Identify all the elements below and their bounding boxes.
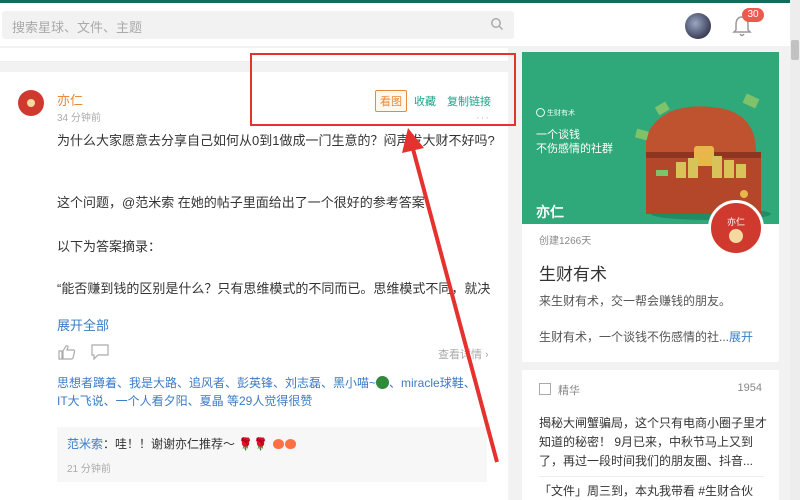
group-description: 生财有术，一个谈钱不伤感情的社...展开	[539, 328, 769, 345]
heart-icon	[272, 439, 284, 449]
rose-icon: 🌹	[238, 437, 254, 451]
highlights-label[interactable]: 精华	[558, 382, 580, 398]
comment-text: ：哇！！谢谢亦仁推荐～	[103, 437, 236, 451]
highlights-icon	[539, 383, 551, 395]
search-input[interactable]: 搜索星球、文件、主题	[12, 17, 142, 36]
heart-icon	[284, 439, 296, 449]
group-created: 创建1266天	[539, 236, 592, 247]
post-paragraph: 为什么大家愿意去分享自己如何从0到1做成一门生意的？闷声发大财不好吗?	[57, 133, 495, 148]
rose-icon: 🌹	[253, 437, 269, 451]
search-icon[interactable]	[490, 17, 504, 31]
group-logo: 生财有术	[536, 108, 575, 118]
comment-time: 21 分钟前	[67, 464, 111, 475]
comment-author[interactable]: 范米索	[67, 437, 103, 451]
user-avatar[interactable]	[685, 13, 711, 39]
likers-list[interactable]: 思想者蹲着、我是大路、追风者、彭英锋、刘志磊、黑小喵~ 、miracle球鞋、 I…	[57, 374, 477, 410]
post-card: 亦仁 34 分钟前 看图 收藏 复制链接 ··· 为什么大家愿意去分享自己如何从…	[0, 72, 508, 500]
group-description-text: 生财有术，一个谈钱不伤感情的社...	[539, 330, 730, 344]
like-icon[interactable]	[58, 344, 76, 360]
highlight-item[interactable]: 揭秘大闸蟹骗局，这个只有电商小圈子里才知道的秘密！ 9月已来，中秋节马上又到了，…	[539, 414, 774, 471]
view-image-button[interactable]: 看图	[375, 90, 407, 112]
banner-owner: 亦仁	[536, 204, 564, 220]
comment-icon[interactable]	[91, 344, 109, 360]
likers-line[interactable]: 思想者蹲着、我是大路、追风者、彭英锋、刘志磊、黑小喵~	[57, 376, 376, 390]
author-avatar[interactable]	[18, 90, 44, 116]
comment-body: 范米索：哇！！谢谢亦仁推荐～ 🌹🌹	[67, 435, 296, 452]
coin-icon	[729, 229, 743, 243]
post-paragraph: “能否赚到钱的区别是什么？只有思维模式的不同而已。思维模式不同，就决	[57, 281, 491, 296]
group-title[interactable]: 生财有术	[539, 260, 607, 285]
copy-link-button[interactable]: 复制链接	[447, 93, 491, 109]
expand-all-link[interactable]: 展开全部	[57, 315, 109, 334]
scrollbar[interactable]	[790, 0, 800, 500]
highlights-count: 1954	[737, 382, 762, 394]
highlights-card: 精华 1954 揭秘大闸蟹骗局，这个只有电商小圈子里才知道的秘密！ 9月已来，中…	[522, 370, 779, 500]
comment-item: 范米索：哇！！谢谢亦仁推荐～ 🌹🌹 21 分钟前	[57, 427, 487, 482]
group-owner-avatar-label: 亦仁	[726, 217, 745, 227]
author-name[interactable]: 亦仁	[57, 90, 83, 109]
divider	[539, 476, 764, 477]
view-detail-link[interactable]: 查看详情 ›	[438, 346, 489, 362]
group-description: 来生财有术，交一帮会赚钱的朋友。	[539, 294, 732, 308]
group-banner[interactable]: 生财有术 一个谈钱 不伤感情的社群 亦仁	[522, 52, 779, 224]
likers-summary[interactable]: IT大飞说、一个人看夕阳、夏晶 等29人觉得很赞	[57, 394, 312, 408]
group-card: 生财有术 一个谈钱 不伤感情的社群 亦仁 亦仁 创建1266天 生财有术 来生财…	[522, 52, 779, 362]
post-time: 34 分钟前	[57, 113, 101, 124]
banner-slogan: 不伤感情的社群	[536, 143, 613, 155]
treasure-chest-illustration	[634, 93, 771, 220]
expand-description-link[interactable]: 展开	[729, 330, 753, 344]
search-box[interactable]: 搜索星球、文件、主题	[2, 11, 514, 39]
post-paragraph: 以下为答案摘录：	[57, 239, 162, 254]
favorite-button[interactable]: 收藏	[414, 93, 436, 109]
notification-badge: 30	[742, 8, 764, 22]
highlight-item[interactable]: 「文件」周三到，本丸我带看 #生财合伙	[539, 482, 774, 499]
post-paragraph: 这个问题，@范米索 在她的帖子里面给出了一个很好的参考答案	[57, 195, 425, 210]
group-logo-text: 生财有术	[547, 110, 575, 117]
previous-post-edge	[0, 48, 508, 62]
top-bar: 搜索星球、文件、主题 30	[0, 0, 790, 46]
group-owner-avatar[interactable]: 亦仁	[708, 200, 764, 256]
logo-icon	[536, 108, 545, 117]
scrollbar-thumb[interactable]	[791, 40, 799, 60]
likers-line[interactable]: 、miracle球鞋、	[389, 376, 476, 390]
more-options-icon[interactable]: ···	[476, 112, 490, 124]
clover-icon	[376, 376, 390, 389]
